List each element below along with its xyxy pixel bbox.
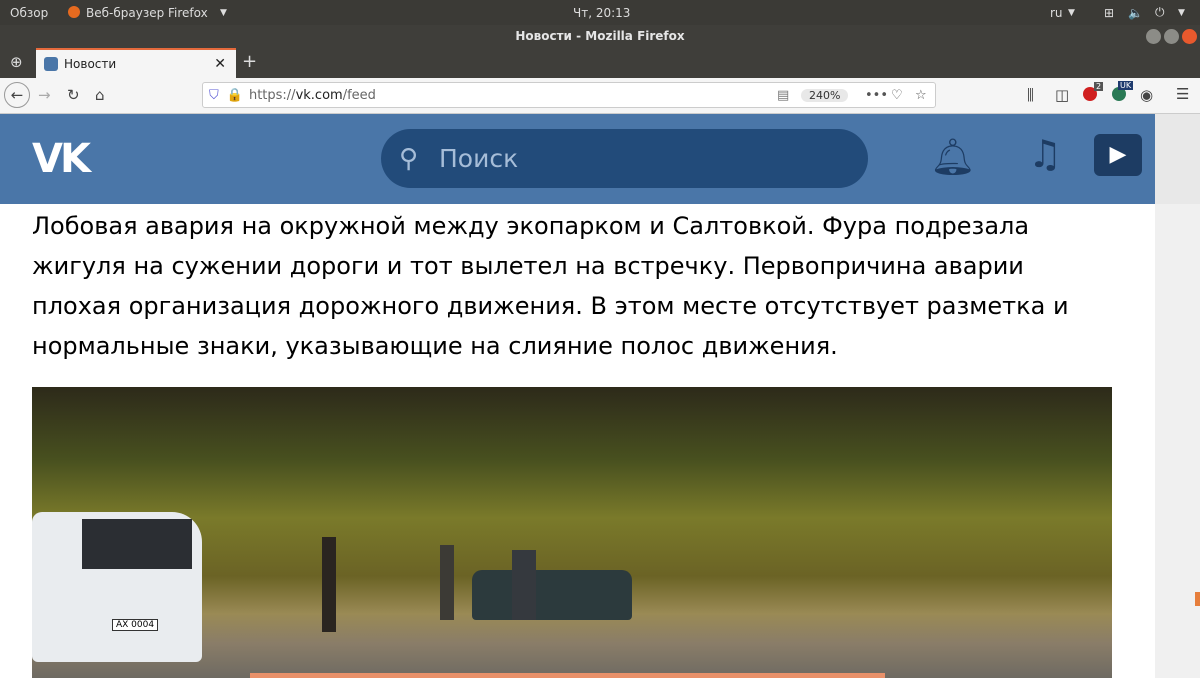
page-scrollbar[interactable]: [1155, 204, 1200, 678]
post-text: Лобовая авария на окружной между экопарк…: [32, 212, 1069, 360]
video-icon[interactable]: ▶: [1094, 134, 1142, 176]
pocket-icon[interactable]: ♡: [891, 88, 903, 103]
scroll-marker: [1195, 592, 1200, 606]
sidebar-icon[interactable]: ◫: [1055, 86, 1069, 104]
vk-logo[interactable]: VK: [32, 136, 91, 182]
forward-button[interactable]: →: [38, 86, 51, 104]
firefox-icon: [68, 6, 80, 18]
url-bar[interactable]: ⛉ 🔒 https://vk.com/feed ▤ 240% ••• ♡ ☆: [202, 82, 936, 108]
system-top-bar: Обзор Веб-браузер Firefox ▼ Чт, 20:13 ru…: [0, 0, 1200, 25]
minimize-button[interactable]: [1146, 29, 1161, 44]
network-icon[interactable]: ⊞: [1104, 6, 1114, 20]
adblock-badge: 2: [1094, 82, 1104, 91]
vk-header: VK ⚲ Поиск 🔔︎ ♫ ▶: [0, 114, 1155, 204]
window-title: Новости - Mozilla Firefox: [0, 25, 1200, 48]
vk-favicon-icon: [44, 57, 58, 71]
menu-icon[interactable]: ☰: [1176, 85, 1189, 103]
music-icon[interactable]: ♫: [1028, 132, 1062, 176]
reload-button[interactable]: ↻: [67, 86, 80, 104]
van-window: [82, 519, 192, 569]
feed-content: Лобовая авария на окружной между экопарк…: [0, 204, 1155, 678]
new-tab-button[interactable]: +: [242, 51, 257, 72]
url-host: vk.com: [295, 87, 343, 103]
url-scheme: https://: [248, 87, 296, 103]
chevron-down-icon: ▼: [1178, 7, 1185, 18]
tab-novosti[interactable]: Новости ✕: [36, 48, 236, 78]
globe-icon[interactable]: ⊕: [10, 53, 23, 71]
page-actions-icon[interactable]: •••: [865, 88, 888, 103]
clock[interactable]: Чт, 20:13: [573, 6, 630, 20]
power-icon[interactable]: ⏻: [1155, 5, 1165, 20]
navigation-bar: ← → ↻ ⌂ ⛉ 🔒 https://vk.com/feed ▤ 240% •…: [0, 78, 1200, 114]
app-menu[interactable]: Веб-браузер Firefox: [86, 6, 208, 20]
bookmark-star-icon[interactable]: ☆: [915, 88, 927, 103]
translate-badge: UK: [1118, 81, 1134, 90]
lock-icon[interactable]: 🔒: [227, 88, 243, 103]
chevron-down-icon: ▼: [1068, 7, 1075, 18]
tab-bar: ⊕ Новости ✕ +: [0, 48, 1200, 78]
post-photo[interactable]: АХ 0004: [32, 387, 1112, 678]
overview-button[interactable]: Обзор: [10, 6, 48, 20]
person: [322, 537, 336, 632]
search-input[interactable]: ⚲ Поиск: [381, 129, 868, 188]
volume-icon[interactable]: 🔈: [1128, 6, 1143, 20]
reader-view-icon[interactable]: ▤: [777, 88, 789, 103]
url-path: /feed: [342, 87, 376, 103]
horizontal-scroll-indicator[interactable]: [250, 673, 885, 678]
back-button[interactable]: ←: [4, 82, 30, 108]
account-icon[interactable]: ◉: [1140, 86, 1153, 104]
language-indicator[interactable]: ru: [1050, 6, 1063, 20]
home-button[interactable]: ⌂: [95, 86, 105, 104]
close-tab-icon[interactable]: ✕: [214, 56, 226, 72]
search-icon: ⚲: [399, 143, 419, 174]
zoom-level[interactable]: 240%: [801, 88, 849, 102]
tab-label: Новости: [64, 57, 117, 71]
library-icon[interactable]: ⫼: [1027, 86, 1034, 104]
person: [440, 545, 454, 620]
tracking-shield-icon[interactable]: ⛉: [209, 88, 219, 103]
chevron-down-icon: ▼: [220, 7, 227, 18]
bell-icon[interactable]: 🔔︎: [930, 136, 976, 178]
damaged-car: [472, 570, 632, 620]
person: [512, 550, 536, 620]
close-window-button[interactable]: [1182, 29, 1197, 44]
search-placeholder: Поиск: [439, 144, 519, 173]
maximize-button[interactable]: [1164, 29, 1179, 44]
license-plate: АХ 0004: [112, 619, 159, 631]
